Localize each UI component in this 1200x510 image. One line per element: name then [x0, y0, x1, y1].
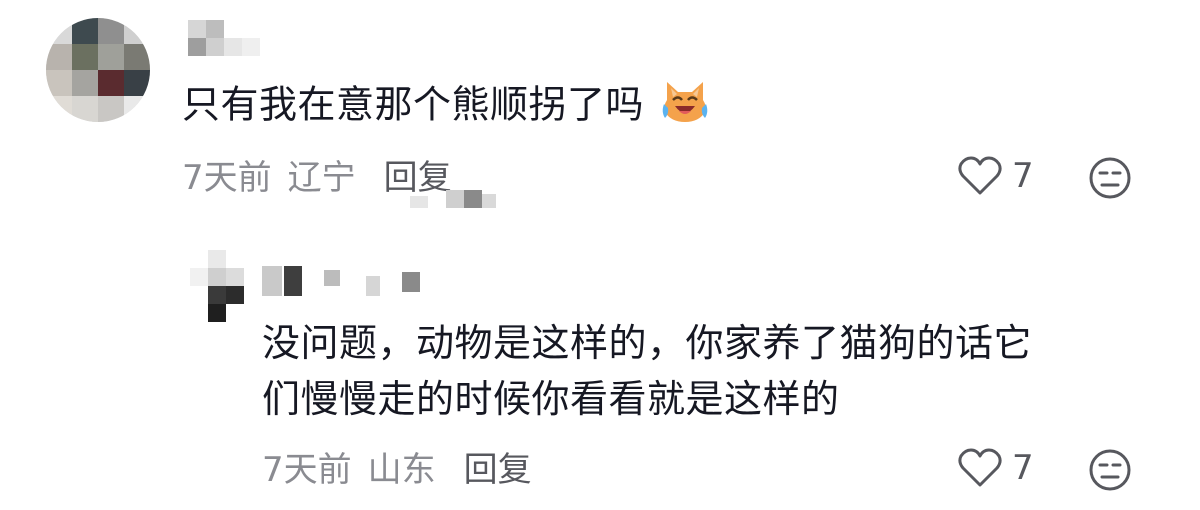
- reply-time: 7天前: [262, 450, 352, 490]
- reply-username-blurred[interactable]: [262, 266, 442, 300]
- unamused-face-icon: [1089, 449, 1131, 491]
- heart-icon: [958, 448, 1002, 487]
- like-button[interactable]: 7: [958, 448, 1034, 488]
- reply-location: 山东: [367, 450, 436, 490]
- dislike-button[interactable]: [1088, 448, 1132, 496]
- like-count: 7: [1012, 448, 1034, 488]
- comment-time: 7天前: [182, 158, 272, 198]
- like-count: 7: [1012, 156, 1034, 196]
- avatar[interactable]: [46, 18, 150, 122]
- reply-avatar-blurred[interactable]: [190, 250, 250, 328]
- dislike-button[interactable]: [1088, 156, 1132, 204]
- reply-button[interactable]: 回复: [464, 450, 532, 490]
- comment-location: 辽宁: [287, 158, 356, 198]
- unamused-face-icon: [1089, 157, 1131, 199]
- reply-text-line-1: 没问题，动物是这样的，你家养了猫狗的话它: [262, 321, 1033, 365]
- comment-text: 只有我在意那个熊顺拐了吗: [182, 78, 709, 136]
- heart-icon: [958, 156, 1002, 195]
- blurred-area: [410, 190, 500, 212]
- laughing-crying-cat-emoji: [661, 78, 709, 136]
- username-blurred[interactable]: [188, 20, 268, 56]
- reply-text-line-2: 们慢慢走的时候你看看就是这样的: [262, 377, 840, 421]
- like-button[interactable]: 7: [958, 156, 1034, 196]
- comment-text-content: 只有我在意那个熊顺拐了吗: [182, 82, 645, 127]
- reply-meta: 7天前 山东 回复: [262, 450, 532, 490]
